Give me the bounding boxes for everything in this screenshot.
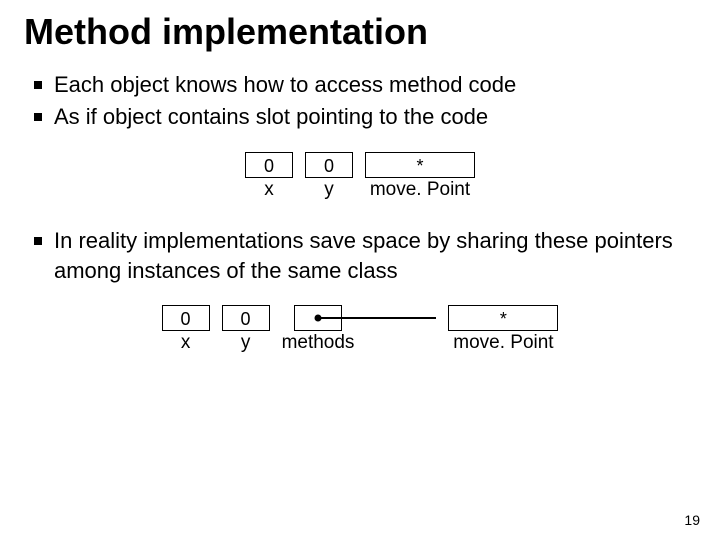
cell-label: move. Point	[453, 331, 553, 355]
diagram-cell: 0 x	[162, 305, 210, 355]
diagram-cell: 0 y	[222, 305, 270, 355]
diagram-cell: * move. Point	[448, 305, 558, 355]
diagram-cell: * move. Point	[365, 152, 475, 202]
diagram-cell: 0 x	[245, 152, 293, 202]
diagram-1: 0 x 0 y * move. Point	[24, 152, 696, 202]
page-number: 19	[684, 512, 700, 528]
bullet-item: As if object contains slot pointing to t…	[24, 102, 696, 132]
bullet-item: In reality implementations save space by…	[24, 226, 696, 285]
cell-value: 0	[162, 305, 210, 331]
cell-value: *	[365, 152, 475, 178]
slide: Method implementation Each object knows …	[0, 0, 720, 540]
cell-value: 0	[305, 152, 353, 178]
cell-label: x	[245, 178, 293, 202]
cell-value: *	[448, 305, 558, 331]
bullet-item: Each object knows how to access method c…	[24, 70, 696, 100]
pointer-arrow-icon	[318, 317, 436, 319]
cell-label: x	[162, 331, 210, 355]
cell-label: y	[305, 178, 353, 202]
bottom-bullets: In reality implementations save space by…	[24, 226, 696, 285]
diagram-2: 0 x 0 y methods * move. Point	[24, 305, 696, 355]
top-bullets: Each object knows how to access method c…	[24, 70, 696, 132]
cell-label: methods	[282, 331, 355, 355]
cell-label: move. Point	[370, 178, 470, 202]
cell-value: 0	[222, 305, 270, 331]
diagram-cell: 0 y	[305, 152, 353, 202]
cell-pointer	[294, 305, 342, 331]
cell-value: 0	[245, 152, 293, 178]
slide-title: Method implementation	[24, 12, 696, 52]
cell-label: y	[222, 331, 270, 355]
diagram-cell: methods	[282, 305, 355, 355]
